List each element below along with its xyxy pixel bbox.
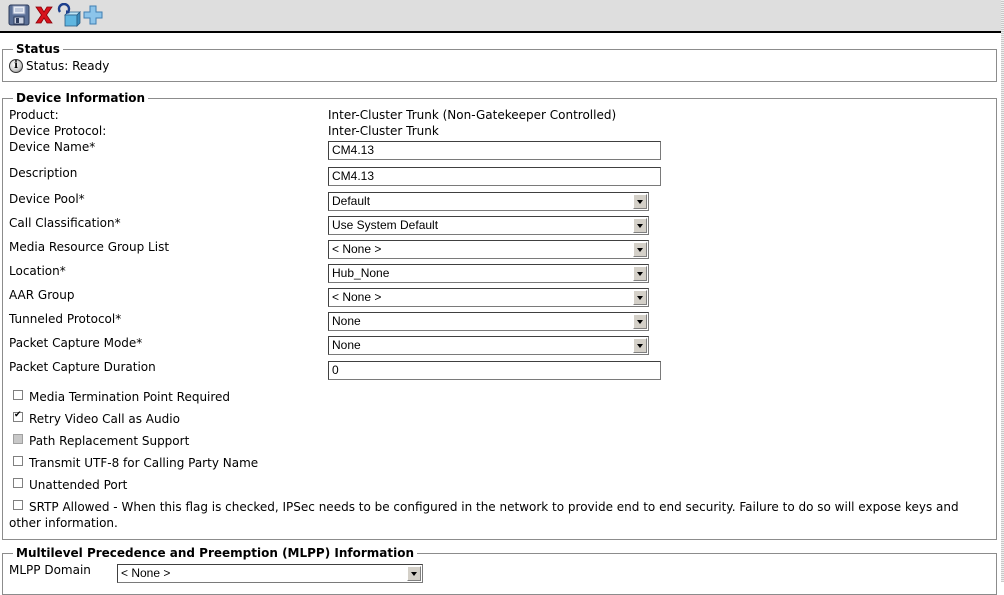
aar-group-value: < None > <box>332 290 382 304</box>
mlpp-section: Multilevel Precedence and Preemption (ML… <box>2 546 997 595</box>
packet-capture-duration-label: Packet Capture Duration <box>9 360 156 374</box>
path-replacement-label: Path Replacement Support <box>29 434 190 448</box>
delete-button[interactable] <box>33 3 55 27</box>
chevron-down-icon[interactable] <box>633 242 647 257</box>
media-resource-group-list-select[interactable]: < None > <box>328 240 649 259</box>
location-value: Hub_None <box>332 266 390 280</box>
chevron-down-icon[interactable] <box>633 266 647 281</box>
path-replacement-checkbox[interactable] <box>13 434 23 444</box>
aar-group-label: AAR Group <box>9 288 75 302</box>
transmit-utf8-checkbox[interactable] <box>13 456 23 466</box>
mlpp-domain-label: MLPP Domain <box>9 563 91 577</box>
tunneled-protocol-select[interactable]: None <box>328 312 649 331</box>
device-pool-label: Device Pool* <box>9 192 85 206</box>
status-section: Status i Status: Ready <box>2 42 997 82</box>
packet-capture-duration-input[interactable]: 0 <box>328 361 661 380</box>
mlpp-domain-select[interactable]: < None > <box>117 564 423 583</box>
srtp-allowed-label: SRTP Allowed - When this flag is checked… <box>9 500 959 530</box>
packet-capture-mode-select[interactable]: None <box>328 336 649 355</box>
reset-button[interactable] <box>57 2 81 27</box>
status-text: Status: Ready <box>26 59 110 73</box>
transmit-utf8-label: Transmit UTF-8 for Calling Party Name <box>29 456 259 470</box>
call-classification-select[interactable]: Use System Default <box>328 216 649 235</box>
toolbar <box>0 0 1001 33</box>
reset-cube-icon <box>57 2 81 27</box>
chevron-down-icon[interactable] <box>633 194 647 209</box>
description-label: Description <box>9 166 78 180</box>
mtp-required-checkbox[interactable] <box>13 390 23 400</box>
media-resource-group-list-value: < None > <box>332 242 382 256</box>
call-classification-value: Use System Default <box>332 218 439 232</box>
packet-capture-mode-label: Packet Capture Mode* <box>9 336 143 350</box>
status-legend: Status <box>13 42 63 56</box>
device-pool-value: Default <box>332 194 371 208</box>
location-label: Location* <box>9 264 66 278</box>
device-information-legend: Device Information <box>13 91 149 105</box>
blue-plus-icon <box>83 5 103 25</box>
mtp-required-label: Media Termination Point Required <box>29 390 231 404</box>
tunneled-protocol-label: Tunneled Protocol* <box>9 312 122 326</box>
packet-capture-mode-value: None <box>332 338 361 352</box>
location-select[interactable]: Hub_None <box>328 264 649 283</box>
product-label: Product: <box>9 108 59 122</box>
info-icon: i <box>9 59 23 73</box>
red-x-icon <box>35 6 53 24</box>
chevron-down-icon[interactable] <box>633 314 647 329</box>
tunneled-protocol-value: None <box>332 314 361 328</box>
aar-group-select[interactable]: < None > <box>328 288 649 307</box>
device-name-label: Device Name* <box>9 140 96 154</box>
chevron-down-icon[interactable] <box>633 290 647 305</box>
floppy-disk-icon <box>8 4 30 26</box>
retry-video-call-label: Retry Video Call as Audio <box>29 412 180 426</box>
description-input[interactable]: CM4.13 <box>328 167 661 186</box>
chevron-down-icon[interactable] <box>633 338 647 353</box>
product-value: Inter-Cluster Trunk (Non-Gatekeeper Cont… <box>328 108 617 122</box>
device-protocol-value: Inter-Cluster Trunk <box>328 124 439 138</box>
device-name-input[interactable]: CM4.13 <box>328 141 661 160</box>
unattended-port-checkbox[interactable] <box>13 478 23 488</box>
device-information-section: Device Information Product: Inter-Cluste… <box>2 91 997 540</box>
mlpp-domain-value: < None > <box>121 566 171 580</box>
chevron-down-icon[interactable] <box>633 218 647 233</box>
unattended-port-label: Unattended Port <box>29 478 128 492</box>
retry-video-call-checkbox[interactable] <box>13 410 23 422</box>
chevron-down-icon[interactable] <box>407 566 421 581</box>
mlpp-legend: Multilevel Precedence and Preemption (ML… <box>13 546 418 560</box>
add-new-button[interactable] <box>82 3 104 27</box>
save-button[interactable] <box>8 3 30 27</box>
device-pool-select[interactable]: Default <box>328 192 649 211</box>
device-protocol-label: Device Protocol: <box>9 124 107 138</box>
call-classification-label: Call Classification* <box>9 216 121 230</box>
media-resource-group-list-label: Media Resource Group List <box>9 240 170 254</box>
